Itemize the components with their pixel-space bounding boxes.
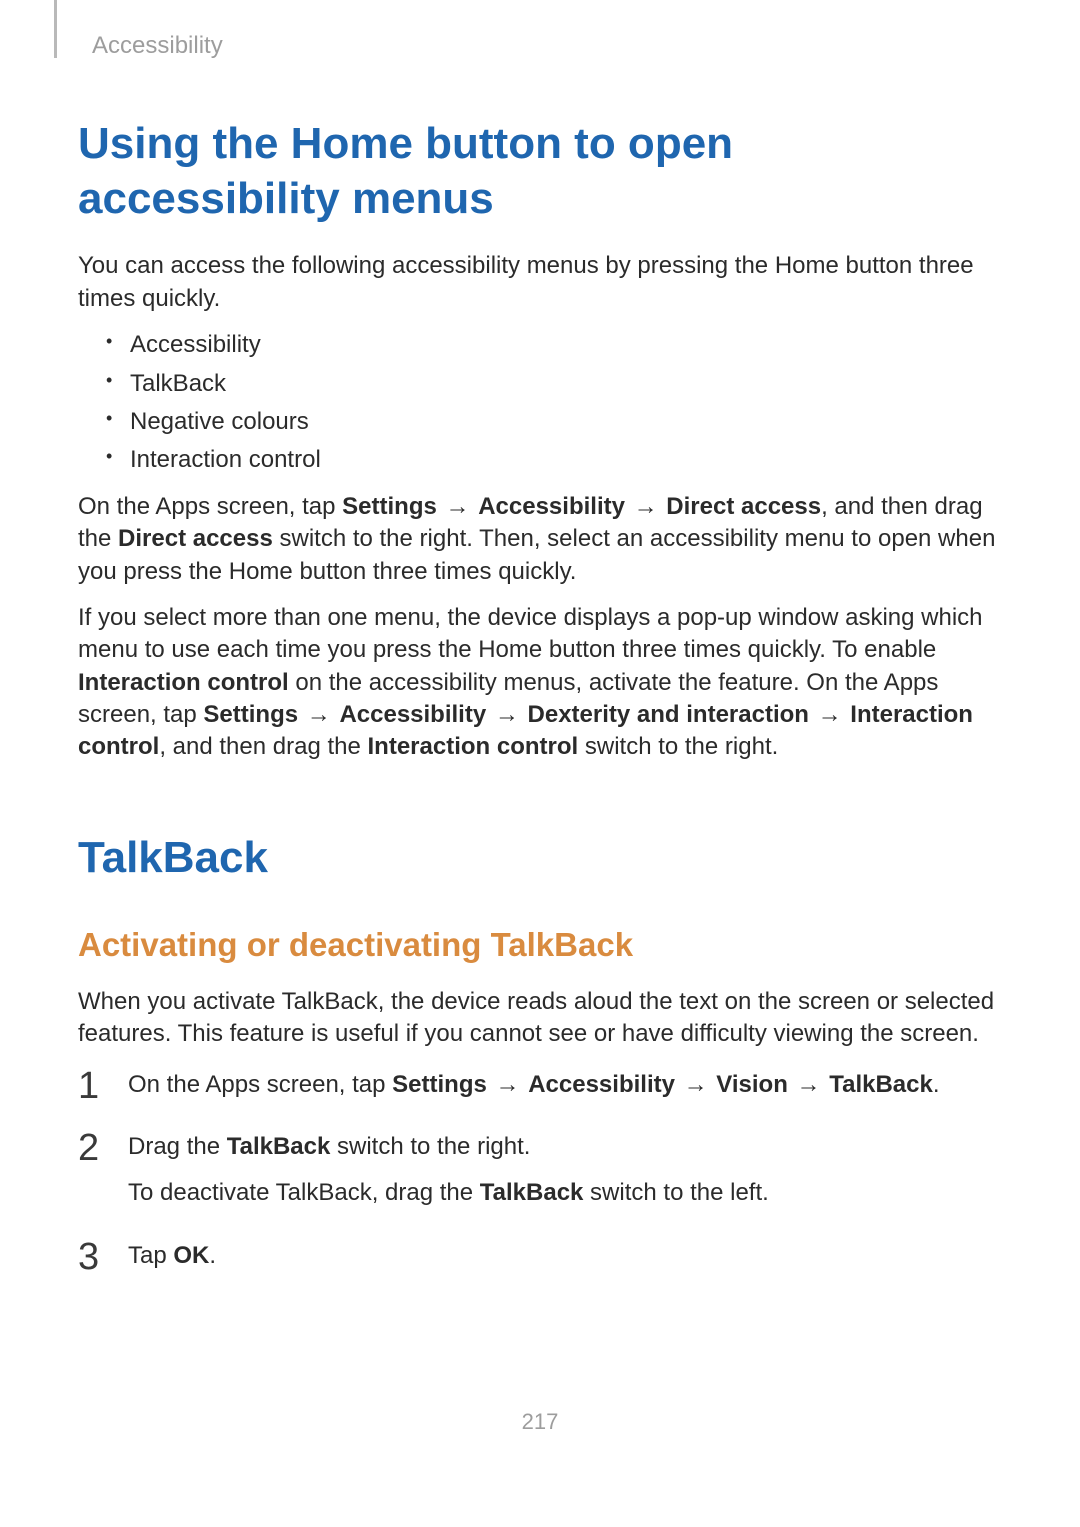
arrow-icon: → bbox=[487, 1071, 528, 1098]
numbered-steps: On the Apps screen, tap Settings → Acces… bbox=[78, 1069, 1002, 1273]
bullet-list: Accessibility TalkBack Negative colours … bbox=[78, 329, 1002, 477]
step-item: Tap OK. bbox=[78, 1240, 1002, 1272]
text-run: Tap bbox=[128, 1242, 173, 1269]
arrow-icon: → bbox=[437, 493, 478, 520]
text-run: On the Apps screen, tap bbox=[128, 1071, 392, 1098]
bold-text: Settings bbox=[203, 701, 298, 728]
bold-text: Interaction control bbox=[368, 733, 579, 760]
section-heading-home-button: Using the Home button to open accessibil… bbox=[78, 116, 1002, 226]
text-run: Drag the bbox=[128, 1133, 227, 1160]
paragraph-direct-access: On the Apps screen, tap Settings → Acces… bbox=[78, 491, 1002, 588]
section-heading-talkback: TalkBack bbox=[78, 828, 1002, 887]
paragraph-talkback-intro: When you activate TalkBack, the device r… bbox=[78, 986, 1002, 1051]
header-region: Accessibility bbox=[78, 30, 1002, 62]
bold-text: Accessibility bbox=[339, 701, 486, 728]
list-item: Accessibility bbox=[106, 329, 1002, 361]
arrow-icon: → bbox=[625, 493, 666, 520]
text-run: If you select more than one menu, the de… bbox=[78, 604, 983, 663]
bold-text: Direct access bbox=[118, 525, 273, 552]
bold-text: Accessibility bbox=[478, 493, 625, 520]
text-run: switch to the left. bbox=[583, 1179, 768, 1206]
bold-text: OK bbox=[173, 1242, 209, 1269]
arrow-icon: → bbox=[675, 1071, 716, 1098]
text-run: To deactivate TalkBack, drag the bbox=[128, 1179, 480, 1206]
bold-text: Vision bbox=[716, 1071, 788, 1098]
list-item: Negative colours bbox=[106, 406, 1002, 438]
bold-text: Settings bbox=[342, 493, 437, 520]
step-item: Drag the TalkBack switch to the right. T… bbox=[78, 1131, 1002, 1210]
subheading-activating: Activating or deactivating TalkBack bbox=[78, 923, 1002, 968]
bold-text: Settings bbox=[392, 1071, 487, 1098]
arrow-icon: → bbox=[788, 1071, 829, 1098]
step-item: On the Apps screen, tap Settings → Acces… bbox=[78, 1069, 1002, 1101]
list-item: TalkBack bbox=[106, 368, 1002, 400]
text-run: . bbox=[933, 1071, 940, 1098]
header-tick-icon bbox=[54, 0, 57, 58]
bold-text: Dexterity and interaction bbox=[528, 701, 809, 728]
paragraph-intro: You can access the following accessibili… bbox=[78, 250, 1002, 315]
bold-text: TalkBack bbox=[829, 1071, 933, 1098]
bold-text: Interaction control bbox=[78, 669, 289, 696]
bold-text: Direct access bbox=[666, 493, 821, 520]
text-run: . bbox=[209, 1242, 216, 1269]
breadcrumb: Accessibility bbox=[92, 30, 1002, 62]
bold-text: Accessibility bbox=[528, 1071, 675, 1098]
document-page: Accessibility Using the Home button to o… bbox=[0, 0, 1080, 1272]
paragraph-interaction-control: If you select more than one menu, the de… bbox=[78, 602, 1002, 764]
bold-text: TalkBack bbox=[227, 1133, 331, 1160]
arrow-icon: → bbox=[809, 701, 850, 728]
text-run: switch to the right. bbox=[578, 733, 778, 760]
arrow-icon: → bbox=[298, 701, 339, 728]
text-run: , and then drag the bbox=[159, 733, 367, 760]
page-number: 217 bbox=[0, 1407, 1080, 1437]
text-run: switch to the right. bbox=[330, 1133, 530, 1160]
text-run: On the Apps screen, tap bbox=[78, 493, 342, 520]
step-subtext: To deactivate TalkBack, drag the TalkBac… bbox=[128, 1177, 1002, 1209]
list-item: Interaction control bbox=[106, 444, 1002, 476]
bold-text: TalkBack bbox=[480, 1179, 584, 1206]
arrow-icon: → bbox=[486, 701, 527, 728]
